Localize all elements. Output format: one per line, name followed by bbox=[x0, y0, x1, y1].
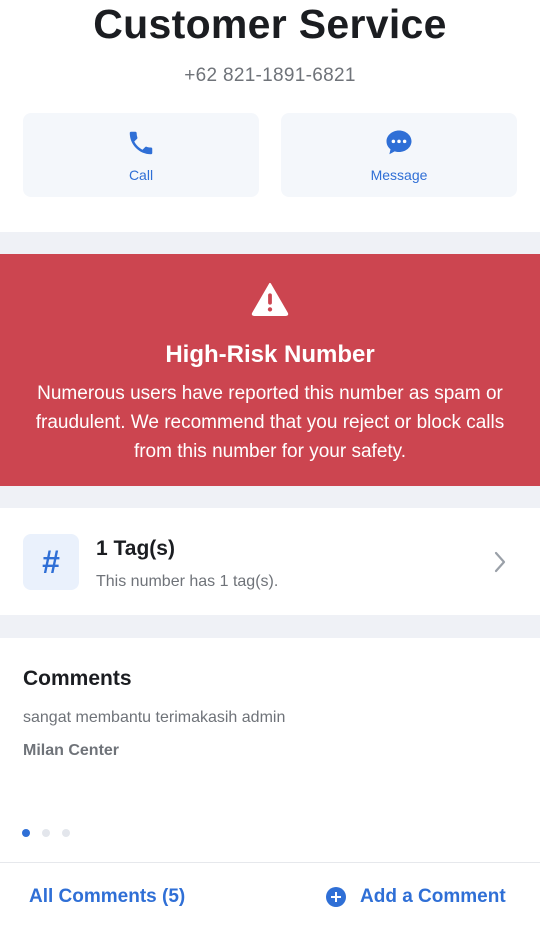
pager-dot[interactable] bbox=[62, 829, 70, 837]
phone-icon bbox=[129, 131, 153, 155]
pager-dot-active[interactable] bbox=[22, 829, 30, 837]
add-comment-label: Add a Comment bbox=[360, 886, 506, 907]
phone-number: +62 821-1891-6821 bbox=[184, 65, 356, 86]
comments-footer: All Comments (5) Add a Comment bbox=[0, 862, 540, 925]
message-button[interactable]: Message bbox=[281, 113, 517, 197]
section-divider bbox=[0, 232, 540, 254]
high-risk-alert: High-Risk Number Numerous users have rep… bbox=[0, 254, 540, 486]
add-comment-button[interactable]: Add a Comment bbox=[326, 885, 506, 909]
comments-section: Comments sangat membantu terimakasih adm… bbox=[0, 638, 540, 861]
alert-description: Numerous users have reported this number… bbox=[35, 383, 505, 462]
chat-bubble-icon bbox=[386, 130, 412, 155]
tags-title: 1 Tag(s) bbox=[96, 537, 175, 560]
plus-circle-icon bbox=[326, 887, 346, 907]
call-label: Call bbox=[128, 167, 154, 183]
contact-name: Customer Service bbox=[93, 1, 447, 47]
section-divider bbox=[0, 486, 540, 508]
alert-title: High-Risk Number bbox=[165, 341, 375, 368]
pager-dot[interactable] bbox=[42, 829, 50, 837]
section-divider bbox=[0, 615, 540, 638]
comments-heading: Comments bbox=[23, 667, 132, 690]
warning-triangle-icon bbox=[251, 282, 289, 316]
message-label: Message bbox=[370, 167, 428, 183]
call-button[interactable]: Call bbox=[23, 113, 259, 197]
comment-text: sangat membantu terimakasih admin bbox=[23, 709, 286, 726]
comment-author: Milan Center bbox=[23, 742, 120, 759]
chevron-right-icon bbox=[494, 551, 506, 573]
contact-header: Customer Service +62 821-1891-6821 Call … bbox=[0, 0, 540, 232]
tags-subtitle: This number has 1 tag(s). bbox=[96, 573, 279, 590]
tags-row[interactable]: # 1 Tag(s) This number has 1 tag(s). bbox=[0, 508, 540, 615]
hashtag-icon: # bbox=[23, 534, 79, 590]
all-comments-link[interactable]: All Comments (5) bbox=[29, 885, 185, 909]
